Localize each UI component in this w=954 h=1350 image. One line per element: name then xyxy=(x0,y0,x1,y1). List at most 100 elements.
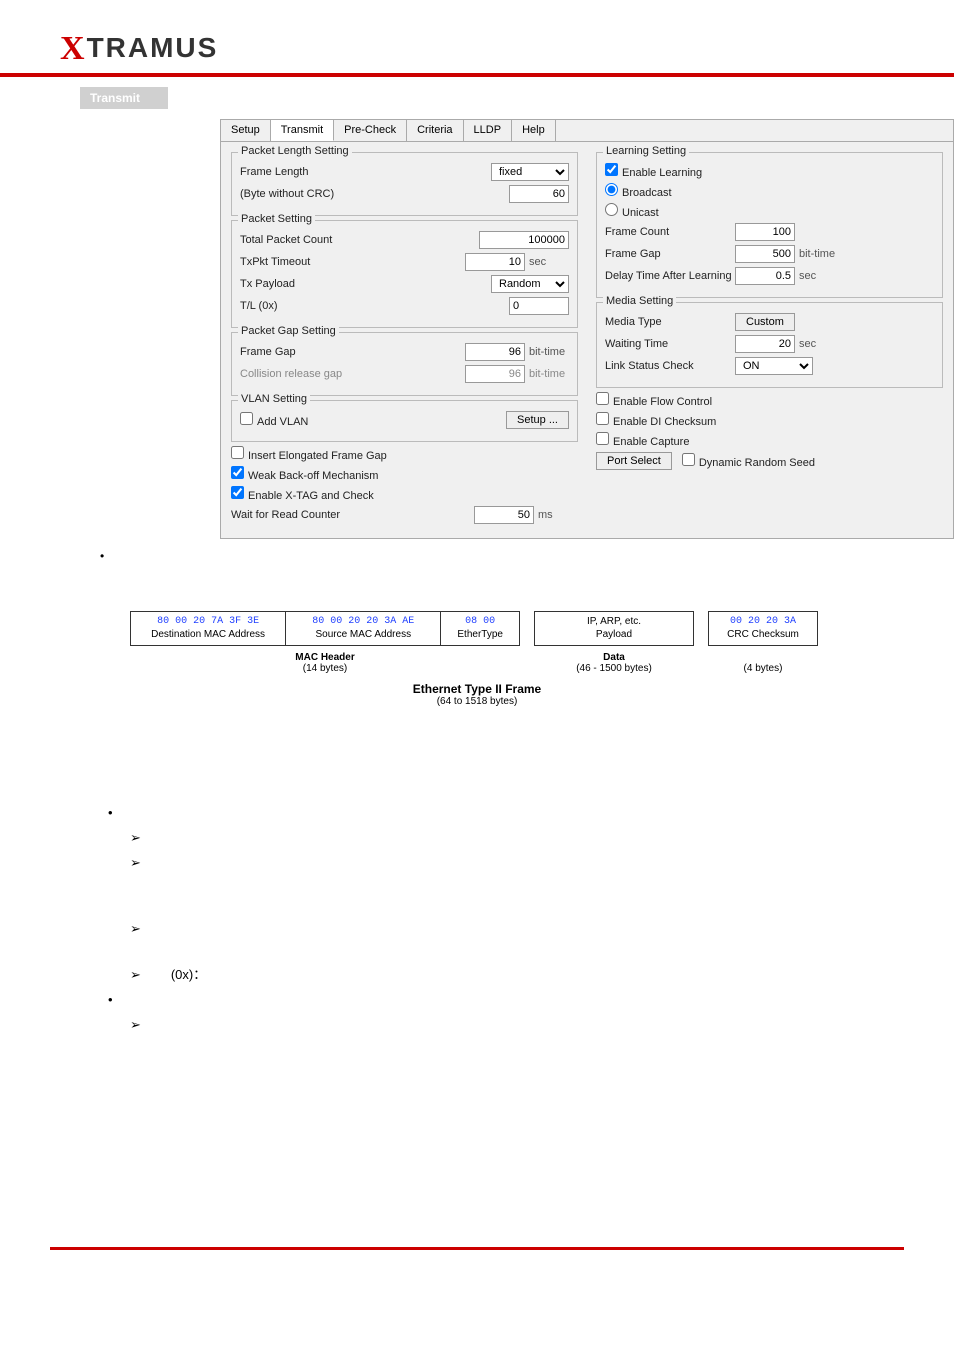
data-bytes: (46 - 1500 bytes) xyxy=(576,663,652,674)
page-number: 47 xyxy=(50,1258,904,1269)
insert-elongated-checkbox-label[interactable]: Insert Elongated Frame Gap xyxy=(231,446,387,462)
total-packet-count-input[interactable] xyxy=(479,231,569,249)
enable-xtag-checkbox-label[interactable]: Enable X-TAG and Check xyxy=(231,486,374,502)
crc-label: CRC Checksum xyxy=(717,629,809,642)
learning-bit-time-unit: bit-time xyxy=(799,248,839,260)
unicast-radio-label[interactable]: Unicast xyxy=(605,203,659,219)
port-select-button[interactable]: Port Select xyxy=(596,452,672,470)
learning-sec-unit: sec xyxy=(799,270,839,282)
dyn-random-checkbox-label[interactable]: Dynamic Random Seed xyxy=(682,453,815,469)
learning-title: Learning Setting xyxy=(603,145,689,157)
vlan-setup-button[interactable]: Setup ... xyxy=(506,411,569,429)
pgs-title: Packet Gap Setting xyxy=(238,325,339,337)
dyn-random-checkbox[interactable] xyxy=(682,453,695,466)
sub-frame-gap: Frame Gap: Also known as Inter-frame gap… xyxy=(130,1015,864,1119)
footer: 47 Xtramus Technologies, Internal Resour… xyxy=(50,1258,904,1280)
right-column: Learning Setting Enable Learning Broadca… xyxy=(596,148,943,528)
payload-top: IP, ARP, etc. xyxy=(543,616,685,629)
bullet-packet-length: Packet Length Setting: Packet length (Fr… xyxy=(100,549,954,591)
media-title: Media Setting xyxy=(603,295,676,307)
byte-wo-crc-label: (Byte without CRC) xyxy=(240,188,509,200)
learning-delay-label: Delay Time After Learning xyxy=(605,270,735,282)
dest-mac-label: Destination MAC Address xyxy=(139,629,277,642)
tab-setup[interactable]: Setup xyxy=(221,120,271,141)
tl-label: T/L (0x) xyxy=(240,300,509,312)
add-vlan-checkbox-label[interactable]: Add VLAN xyxy=(240,412,308,428)
enable-learning-checkbox[interactable] xyxy=(605,163,618,176)
link-status-select[interactable]: ON xyxy=(735,357,813,375)
footer-line xyxy=(50,1247,904,1250)
data-label: Data xyxy=(603,652,625,663)
payload-label: Payload xyxy=(543,629,685,642)
frame-length-select[interactable]: fixed xyxy=(491,163,569,181)
broadcast-radio-label[interactable]: Broadcast xyxy=(605,183,672,199)
tab-transmit[interactable]: Transmit xyxy=(271,120,334,141)
dest-mac-hex: 80 00 20 7A 3F 3E xyxy=(139,616,277,629)
logo-rest: TRAMUS xyxy=(87,32,219,63)
crc-hex: 00 20 20 3A xyxy=(717,616,809,629)
tl-input[interactable] xyxy=(509,297,569,315)
media-sec-unit: sec xyxy=(799,338,839,350)
tab-help[interactable]: Help xyxy=(512,120,556,141)
sub-tl: T/L (0x)：Set the value of Type/Length fi… xyxy=(130,965,864,986)
bullet-packet-setting: Packet Setting xyxy=(108,803,864,824)
enable-flow-checkbox[interactable] xyxy=(596,392,609,405)
mac-header-label: MAC Header xyxy=(295,652,354,663)
tx-payload-select[interactable]: Random xyxy=(491,275,569,293)
packet-gap-setting-group: Packet Gap Setting Frame Gap bit-time Co… xyxy=(231,332,578,396)
tab-criteria[interactable]: Criteria xyxy=(407,120,463,141)
bit-time-unit-2: bit-time xyxy=(529,368,569,380)
pls-title: Packet Length Setting xyxy=(238,145,352,157)
left-column: Packet Length Setting Frame Length fixed… xyxy=(231,148,578,528)
insert-elongated-checkbox[interactable] xyxy=(231,446,244,459)
window-tabs: Setup Transmit Pre-Check Criteria LLDP H… xyxy=(220,119,954,141)
learning-frame-count-label: Frame Count xyxy=(605,226,735,238)
bit-time-unit: bit-time xyxy=(529,346,569,358)
learning-delay-input[interactable] xyxy=(735,267,795,285)
learning-setting-group: Learning Setting Enable Learning Broadca… xyxy=(596,152,943,298)
logo-x: X xyxy=(60,30,87,67)
footer-rights: Xtramus Technologies, Internal Resources… xyxy=(50,1269,904,1280)
crc-bytes: (4 bytes) xyxy=(744,663,783,674)
sub-total-packet-count: Total Packet Count: Numbers of packet th… xyxy=(130,828,864,849)
ps-title: Packet Setting xyxy=(238,213,315,225)
etype-hex: 08 00 xyxy=(449,616,511,629)
add-vlan-checkbox[interactable] xyxy=(240,412,253,425)
waiting-time-input[interactable] xyxy=(735,335,795,353)
vlan-title: VLAN Setting xyxy=(238,393,310,405)
learning-frame-gap-input[interactable] xyxy=(735,245,795,263)
enable-flow-checkbox-label[interactable]: Enable Flow Control xyxy=(596,392,712,408)
tab-lldp[interactable]: LLDP xyxy=(464,120,513,141)
enable-di-checkbox-label[interactable]: Enable DI Checksum xyxy=(596,412,716,428)
frame-length-label: Frame Length xyxy=(240,166,491,178)
media-setting-group: Media Setting Media Type Custom Waiting … xyxy=(596,302,943,388)
src-mac-hex: 80 00 20 20 3A AE xyxy=(294,616,432,629)
frame-gap-input[interactable] xyxy=(465,343,525,361)
total-packet-count-label: Total Packet Count xyxy=(240,234,479,246)
settings-window: Setup Transmit Pre-Check Criteria LLDP H… xyxy=(220,119,954,539)
enable-xtag-checkbox[interactable] xyxy=(231,486,244,499)
ethernet-frame-diagram: 80 00 20 7A 3F 3E Destination MAC Addres… xyxy=(130,611,824,707)
media-custom-button[interactable]: Custom xyxy=(735,313,795,331)
weak-backoff-checkbox[interactable] xyxy=(231,466,244,479)
broadcast-radio[interactable] xyxy=(605,183,618,196)
unicast-radio[interactable] xyxy=(605,203,618,216)
logo: XTRAMUS xyxy=(60,30,894,68)
tab-precheck[interactable]: Pre-Check xyxy=(334,120,407,141)
byte-wo-crc-input[interactable] xyxy=(509,185,569,203)
enable-capture-checkbox[interactable] xyxy=(596,432,609,445)
section-tag: Transmit xyxy=(80,87,168,109)
wait-read-input[interactable] xyxy=(474,506,534,524)
enable-di-checkbox[interactable] xyxy=(596,412,609,425)
link-status-label: Link Status Check xyxy=(605,360,735,372)
enable-learning-checkbox-label[interactable]: Enable Learning xyxy=(605,163,702,179)
collision-input xyxy=(465,365,525,383)
learning-frame-count-input[interactable] xyxy=(735,223,795,241)
weak-backoff-checkbox-label[interactable]: Weak Back-off Mechanism xyxy=(231,466,378,482)
frame-caption: Ethernet Type II Frame (64 to 1518 bytes… xyxy=(130,682,824,707)
frame-gap-label: Frame Gap xyxy=(240,346,465,358)
sec-unit: sec xyxy=(529,256,569,268)
enable-capture-checkbox-label[interactable]: Enable Capture xyxy=(596,432,689,448)
txpkt-timeout-input[interactable] xyxy=(465,253,525,271)
page-header: XTRAMUS xyxy=(0,0,954,77)
